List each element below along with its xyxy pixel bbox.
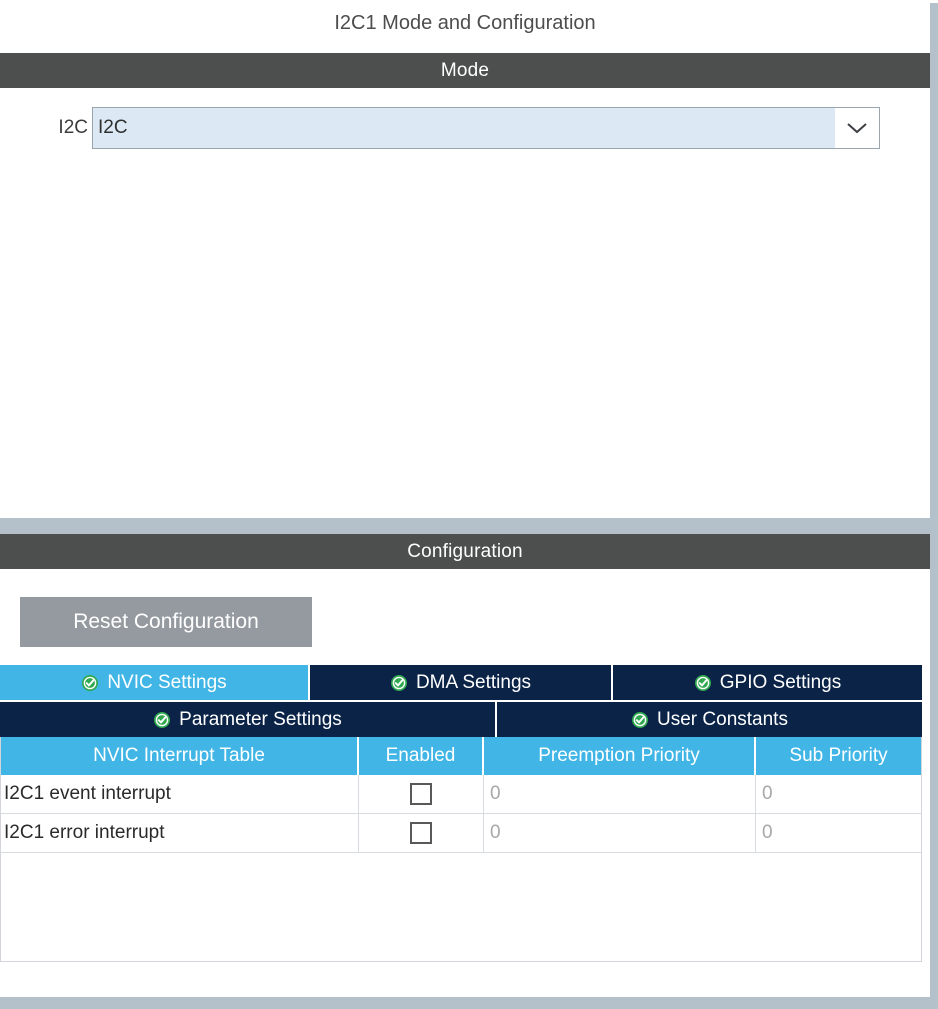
i2c-mode-select[interactable]: I2C (92, 107, 880, 149)
tab-user-constants-label: User Constants (657, 708, 788, 730)
right-gutter (930, 0, 938, 1009)
mode-section-header: Mode (0, 53, 930, 88)
i2c-configuration-panel: I2C1 Mode and Configuration Mode I2C I2C… (0, 0, 938, 1009)
interrupt-name: I2C1 event interrupt (1, 775, 359, 813)
table-header-row: NVIC Interrupt Table Enabled Preemption … (1, 737, 921, 775)
green-check-icon (153, 711, 171, 729)
tab-nvic-settings-label: NVIC Settings (107, 671, 227, 693)
configuration-section-body: Reset Configuration NVIC Settings DMA Se… (0, 569, 930, 997)
mode-section-body: I2C I2C (0, 88, 930, 518)
green-check-icon (694, 674, 712, 692)
page-title: I2C1 Mode and Configuration (0, 0, 930, 47)
tab-dma-settings-label: DMA Settings (415, 671, 532, 693)
settings-tabs: NVIC Settings DMA Settings GPIO Settings… (0, 665, 922, 737)
green-check-icon (631, 711, 649, 729)
green-check-icon (81, 674, 99, 692)
tab-gpio-settings[interactable]: GPIO Settings (613, 665, 922, 700)
i2c-mode-select-value[interactable]: I2C (93, 108, 834, 148)
column-header-preemption-priority[interactable]: Preemption Priority (484, 737, 756, 775)
enabled-cell[interactable] (359, 775, 484, 813)
tab-parameter-settings[interactable]: Parameter Settings (0, 702, 497, 737)
column-header-nvic-interrupt-table[interactable]: NVIC Interrupt Table (1, 737, 359, 775)
panel-divider (0, 518, 930, 534)
settings-tabs-row-1: NVIC Settings DMA Settings GPIO Settings (0, 665, 922, 700)
tab-user-constants[interactable]: User Constants (497, 702, 922, 737)
bottom-divider (0, 997, 930, 1009)
tab-nvic-settings[interactable]: NVIC Settings (0, 665, 310, 700)
table-row[interactable]: I2C1 error interrupt 0 0 (1, 814, 921, 853)
enabled-cell[interactable] (359, 814, 484, 852)
enabled-checkbox[interactable] (410, 822, 432, 844)
reset-configuration-button[interactable]: Reset Configuration (20, 597, 312, 647)
i2c-mode-row: I2C I2C (0, 107, 880, 149)
right-gutter-top-cap (930, 0, 938, 3)
column-header-sub-priority[interactable]: Sub Priority (756, 737, 921, 775)
i2c-mode-label: I2C (58, 117, 88, 138)
enabled-checkbox[interactable] (410, 783, 432, 805)
preemption-priority-value[interactable]: 0 (484, 814, 756, 852)
tab-parameter-settings-label: Parameter Settings (179, 708, 342, 730)
chevron-down-icon[interactable] (834, 108, 879, 148)
preemption-priority-value[interactable]: 0 (484, 775, 756, 813)
sub-priority-value[interactable]: 0 (756, 814, 921, 852)
tab-dma-settings[interactable]: DMA Settings (310, 665, 613, 700)
settings-tabs-row-2: Parameter Settings User Constants (0, 702, 922, 737)
nvic-interrupt-table: NVIC Interrupt Table Enabled Preemption … (0, 737, 922, 962)
column-header-enabled[interactable]: Enabled (359, 737, 484, 775)
configuration-section-header: Configuration (0, 534, 930, 569)
sub-priority-value[interactable]: 0 (756, 775, 921, 813)
green-check-icon (390, 674, 408, 692)
interrupt-name: I2C1 error interrupt (1, 814, 359, 852)
tab-gpio-settings-label: GPIO Settings (719, 671, 842, 693)
table-empty-area (1, 853, 921, 961)
table-row[interactable]: I2C1 event interrupt 0 0 (1, 775, 921, 814)
